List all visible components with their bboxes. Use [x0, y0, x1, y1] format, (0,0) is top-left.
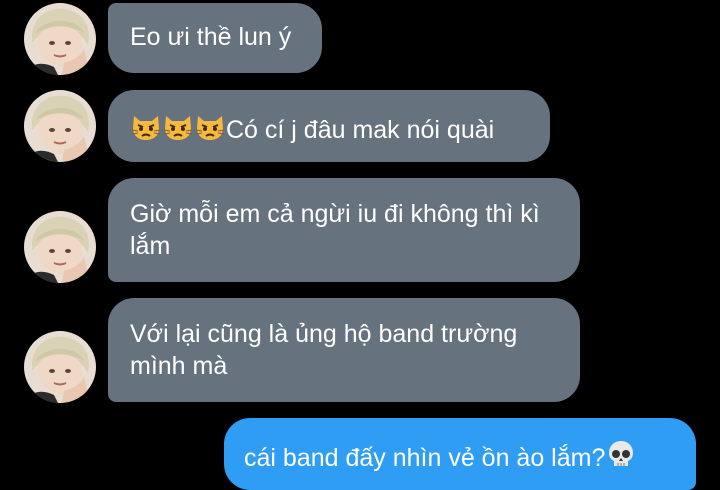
pouting-cat-icon: [162, 110, 194, 150]
message-text: Có cí j đâu mak nói quài: [226, 116, 495, 144]
contact-avatar[interactable]: [24, 90, 96, 162]
message-bubble-outgoing[interactable]: cái band đấy nhìn vẻ ồn ào lắm?: [224, 418, 696, 490]
message-bubble[interactable]: Có cí j đâu mak nói quài: [108, 90, 550, 162]
contact-avatar[interactable]: [24, 3, 96, 75]
contact-avatar[interactable]: [24, 331, 96, 403]
message-text: Với lại cũng là ủng hộ band trường mình …: [130, 320, 525, 380]
message-text: Giờ mỗi em cả ngừi iu đi không thì kì lắ…: [130, 200, 547, 260]
message-text: Eo ưi thề lun ý: [130, 23, 292, 51]
message-text: cái band đấy nhìn vẻ ồn ào lắm?: [244, 444, 606, 472]
message-bubble[interactable]: Với lại cũng là ủng hộ band trường mình …: [108, 298, 580, 402]
message-bubble[interactable]: Eo ưi thề lun ý: [108, 3, 322, 73]
skull-icon: [605, 438, 637, 478]
contact-avatar[interactable]: [24, 211, 96, 283]
pouting-cat-icon: [194, 110, 226, 150]
pouting-cat-icon: [130, 110, 162, 150]
message-bubble[interactable]: Giờ mỗi em cả ngừi iu đi không thì kì lắ…: [108, 178, 580, 282]
